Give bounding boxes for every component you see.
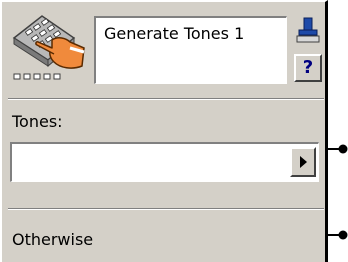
chevron-right-icon (300, 156, 307, 168)
help-button[interactable]: ? (294, 54, 322, 82)
tones-field[interactable] (10, 142, 319, 182)
otherwise-label: Otherwise (12, 230, 94, 249)
header-divider (8, 98, 324, 100)
section-divider (8, 208, 324, 210)
otherwise-output-connector[interactable] (328, 229, 348, 241)
tones-expand-button[interactable] (290, 147, 316, 177)
canvas: Generate Tones 1 ? Tones: Otherwise (0, 0, 348, 262)
tones-output-connector[interactable] (328, 143, 348, 155)
node-title-field[interactable]: Generate Tones 1 (94, 16, 287, 84)
generate-tones-node[interactable]: Generate Tones 1 ? Tones: Otherwise (0, 0, 328, 262)
tones-label: Tones: (12, 112, 63, 131)
phone-keypad-icon (12, 15, 85, 80)
stamp-icon[interactable] (295, 16, 321, 44)
